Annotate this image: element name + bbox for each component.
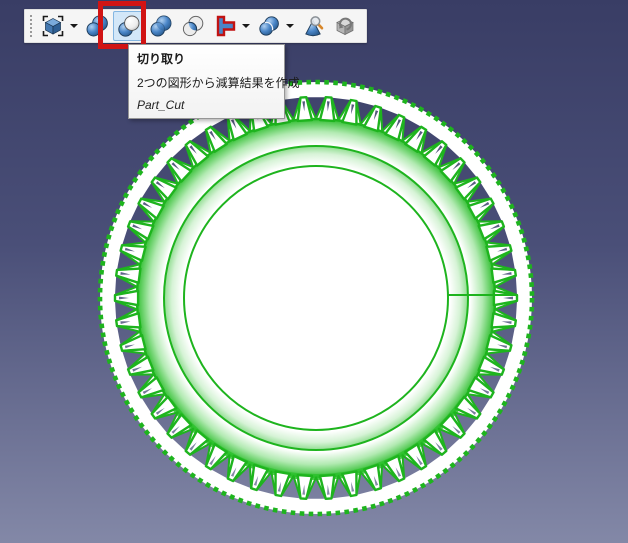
check-geometry-icon bbox=[301, 14, 325, 38]
gear-shape[interactable] bbox=[0, 0, 628, 543]
primitives-dropdown-arrow[interactable] bbox=[70, 24, 78, 28]
toolbar-button-check-geometry[interactable] bbox=[297, 11, 329, 41]
toolbar-button-defeaturing[interactable] bbox=[329, 11, 361, 41]
toolbar-button-fuse[interactable] bbox=[145, 11, 177, 41]
split-dropdown-arrow[interactable] bbox=[286, 24, 294, 28]
tooltip-description: 2つの図形から減算結果を作成 bbox=[137, 74, 276, 91]
cube-icon bbox=[41, 14, 65, 38]
join-shape-icon bbox=[213, 14, 237, 38]
split-spheres-icon bbox=[257, 14, 281, 38]
tooltip-title: 切り取り bbox=[137, 50, 276, 67]
fuse-spheres-icon bbox=[149, 14, 173, 38]
red-highlight-box bbox=[98, 1, 146, 49]
toolbar-button-primitives[interactable] bbox=[37, 11, 69, 41]
toolbar-drag-handle[interactable] bbox=[29, 15, 33, 37]
3d-viewport[interactable] bbox=[0, 0, 628, 543]
toolbar-button-join[interactable] bbox=[209, 11, 241, 41]
common-spheres-icon bbox=[181, 14, 205, 38]
tooltip-command-name: Part_Cut bbox=[137, 98, 276, 112]
join-dropdown-arrow[interactable] bbox=[242, 24, 250, 28]
toolbar-button-split[interactable] bbox=[253, 11, 285, 41]
toolbar-button-common[interactable] bbox=[177, 11, 209, 41]
defeaturing-icon bbox=[333, 14, 357, 38]
part-boolean-toolbar bbox=[24, 9, 367, 43]
part-cut-tooltip: 切り取り 2つの図形から減算結果を作成 Part_Cut bbox=[128, 44, 285, 119]
